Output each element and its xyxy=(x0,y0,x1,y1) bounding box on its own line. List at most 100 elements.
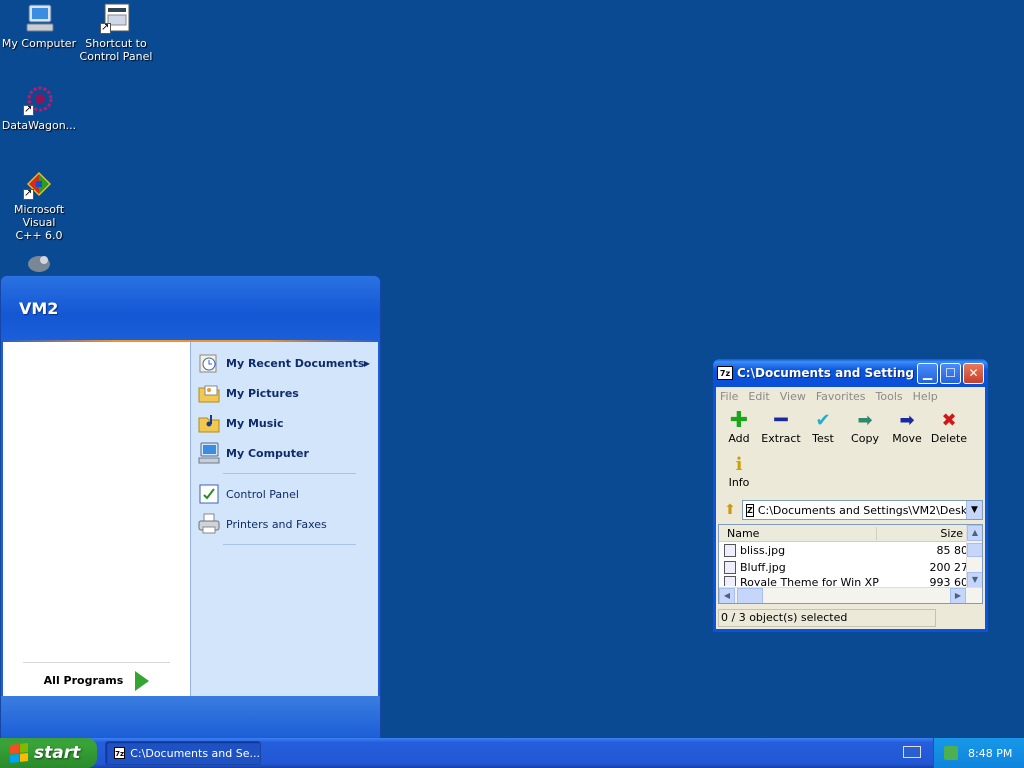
start-menu-header: VM2 xyxy=(1,276,380,340)
scroll-right-icon[interactable]: ▶ xyxy=(950,588,966,603)
image-file-icon xyxy=(724,544,736,557)
visual-cpp-icon xyxy=(23,168,55,200)
start-item-my-music[interactable]: My Music xyxy=(191,408,378,438)
start-item-control-panel[interactable]: Control Panel xyxy=(191,479,378,509)
network-icon[interactable] xyxy=(944,746,958,760)
tool-label: Extract xyxy=(761,432,801,445)
copy-icon: ➡ xyxy=(857,410,873,431)
folder-up-button[interactable]: ⬆ xyxy=(718,502,742,518)
start-item-label: My Pictures xyxy=(226,386,299,400)
places-pane: My Recent Documents ▶ My Pictures My Mus… xyxy=(191,342,378,698)
address-combobox[interactable]: Z C:\Documents and Settings\VM2\Desktop … xyxy=(742,500,983,520)
windows-logo-icon xyxy=(10,743,28,763)
delete-icon: ✖ xyxy=(941,410,957,431)
desktop-icon-visual-cpp[interactable]: Microsoft Visual C++ 6.0 xyxy=(0,168,79,242)
start-menu: VM2 All Programs My Recent Documents ▶ M… xyxy=(0,275,381,739)
menu-view[interactable]: View xyxy=(780,390,806,403)
menu-file[interactable]: File xyxy=(720,390,738,403)
control-panel-shortcut-icon xyxy=(100,2,132,34)
pictures-folder-icon xyxy=(198,385,220,403)
table-row[interactable]: bliss.jpg 85 80 xyxy=(719,542,982,559)
start-item-my-recent-documents[interactable]: My Recent Documents ▶ xyxy=(191,348,378,378)
control-panel-icon xyxy=(199,484,219,504)
taskbar: start 7z C:\Documents and Se... 8:48 PM xyxy=(0,738,1024,768)
file-size: 993 60 xyxy=(929,576,969,586)
close-button[interactable]: ✕ xyxy=(963,362,984,384)
menu-separator xyxy=(223,544,356,545)
desktop-icon-label: My Computer xyxy=(1,37,77,50)
scroll-up-icon[interactable]: ▲ xyxy=(967,525,982,541)
all-programs-arrow-icon xyxy=(135,670,150,691)
scroll-thumb[interactable] xyxy=(737,588,763,603)
menu-favorites[interactable]: Favorites xyxy=(816,390,866,403)
7zip-window: 7z C:\Documents and Setting... ▁ ☐ ✕ Fil… xyxy=(713,359,988,632)
maximize-icon: ☐ xyxy=(945,366,956,380)
start-item-label: My Music xyxy=(226,416,284,430)
start-item-label: My Recent Documents xyxy=(226,356,365,370)
start-item-my-pictures[interactable]: My Pictures xyxy=(191,378,378,408)
test-button[interactable]: ✔ Test xyxy=(802,410,844,454)
start-item-my-computer[interactable]: My Computer xyxy=(191,438,378,468)
menu-tools[interactable]: Tools xyxy=(876,390,903,403)
move-icon: ➡ xyxy=(899,410,915,431)
horizontal-scrollbar[interactable]: ◀ ▶ xyxy=(719,587,982,603)
file-list: Name Size bliss.jpg 85 80 Bluff.jpg 200 … xyxy=(718,524,983,604)
folder-up-icon: ⬆ xyxy=(724,502,736,518)
tool-label: Test xyxy=(812,432,834,445)
table-row[interactable]: Bluff.jpg 200 27 xyxy=(719,559,982,576)
dropdown-arrow-icon[interactable]: ▼ xyxy=(966,501,982,519)
desktop-icon-label: Shortcut to Control Panel xyxy=(79,37,153,63)
list-header: Name Size xyxy=(719,525,982,542)
table-row[interactable]: Royale Theme for Win XP 993 60 xyxy=(719,576,982,586)
computer-icon xyxy=(198,442,220,464)
toolbar: ✚ Add ━ Extract ✔ Test ➡ Copy ➡ Move ✖ Delete … xyxy=(716,406,985,498)
maximize-button[interactable]: ☐ xyxy=(940,362,961,384)
file-size: 85 80 xyxy=(936,544,969,557)
minimize-icon: ▁ xyxy=(922,366,933,380)
start-item-printers-and-faxes[interactable]: Printers and Faxes xyxy=(191,509,378,539)
printer-icon xyxy=(198,513,220,534)
column-header-name[interactable]: Name xyxy=(719,526,877,540)
status-text: 0 / 3 object(s) selected xyxy=(718,609,936,627)
menu-help[interactable]: Help xyxy=(913,390,938,403)
start-item-label: Control Panel xyxy=(226,487,299,501)
taskbar-button-7zip[interactable]: 7z C:\Documents and Se... xyxy=(105,741,261,765)
start-item-label: My Computer xyxy=(226,446,309,460)
scroll-down-icon[interactable]: ▼ xyxy=(967,572,982,588)
file-size: 200 27 xyxy=(929,561,969,574)
desktop-icon-label: DataWagon... xyxy=(1,119,77,132)
shortcut-arrow-icon xyxy=(100,21,111,34)
move-button[interactable]: ➡ Move xyxy=(886,410,928,454)
user-name: VM2 xyxy=(19,298,59,318)
column-header-size[interactable]: Size xyxy=(877,527,967,540)
menu-edit[interactable]: Edit xyxy=(748,390,769,403)
extract-button[interactable]: ━ Extract xyxy=(760,410,802,454)
clock[interactable]: 8:48 PM xyxy=(968,747,1012,760)
address-bar: ⬆ Z C:\Documents and Settings\VM2\Deskto… xyxy=(718,499,983,521)
delete-button[interactable]: ✖ Delete xyxy=(928,410,970,454)
file-name: Royale Theme for Win XP xyxy=(740,576,879,586)
pinned-programs-pane: All Programs xyxy=(3,342,191,698)
minimize-button[interactable]: ▁ xyxy=(917,362,938,384)
window-titlebar[interactable]: 7z C:\Documents and Setting... ▁ ☐ ✕ xyxy=(713,359,988,387)
info-icon: i xyxy=(735,454,743,475)
start-button[interactable]: start xyxy=(0,738,97,768)
close-icon: ✕ xyxy=(968,366,979,380)
start-label: start xyxy=(34,743,81,763)
start-menu-footer xyxy=(1,696,380,738)
add-button[interactable]: ✚ Add xyxy=(718,410,760,454)
file-name: bliss.jpg xyxy=(740,544,786,557)
vertical-scrollbar[interactable]: ▲ ▼ xyxy=(966,525,982,588)
desktop-icon-datawagon[interactable]: DataWagon... xyxy=(0,84,79,132)
desktop-icon-control-panel-shortcut[interactable]: Shortcut to Control Panel xyxy=(76,2,156,63)
desktop-icon-my-computer[interactable]: My Computer xyxy=(0,2,79,50)
copy-button[interactable]: ➡ Copy xyxy=(844,410,886,454)
scroll-thumb[interactable] xyxy=(967,543,982,557)
address-path: C:\Documents and Settings\VM2\Desktop xyxy=(757,503,983,517)
info-button[interactable]: i Info xyxy=(718,454,760,498)
scroll-left-icon[interactable]: ◀ xyxy=(719,588,735,603)
all-programs-button[interactable]: All Programs xyxy=(23,662,170,698)
tool-label: Info xyxy=(728,476,750,489)
file-icon xyxy=(724,576,736,586)
keyboard-icon[interactable] xyxy=(903,746,921,758)
